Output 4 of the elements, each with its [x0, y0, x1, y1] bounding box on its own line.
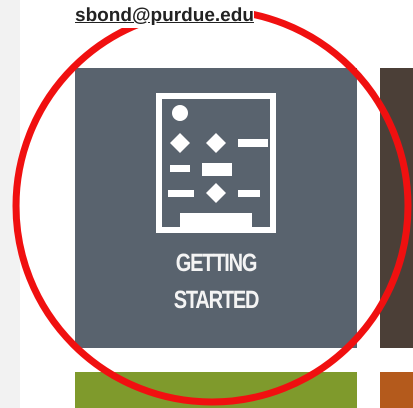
- tile-title: GETTING STARTED: [172, 248, 260, 316]
- flowchart-icon: [156, 93, 276, 233]
- email-link[interactable]: sbond@purdue.edu: [75, 4, 254, 28]
- menu-tile[interactable]: GETTING STARTED: [75, 68, 357, 348]
